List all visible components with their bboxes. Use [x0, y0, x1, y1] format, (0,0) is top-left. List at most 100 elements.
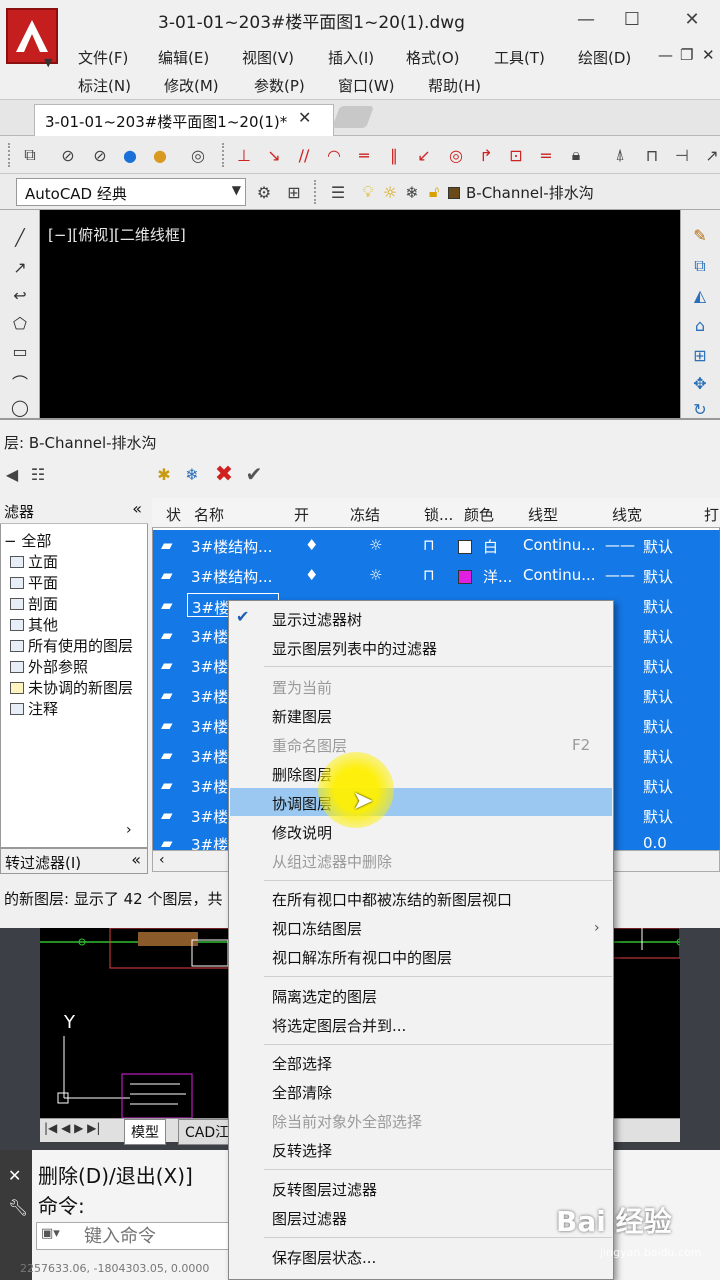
scroll-left-icon[interactable]: ‹: [159, 852, 165, 868]
menu-item-vp-freeze-layer[interactable]: 视口冻结图层: [272, 918, 362, 939]
layer-states-icon[interactable]: ☷: [26, 462, 50, 486]
menu-item-clear-all[interactable]: 全部清除: [272, 1082, 332, 1103]
menu-insert[interactable]: 插入(I): [328, 47, 374, 68]
toolbar-grip[interactable]: [314, 180, 318, 204]
toolbar-grip[interactable]: [222, 143, 226, 167]
menu-item-new-layer-vp-frozen[interactable]: 在所有视口中都被冻结的新图层视口: [272, 889, 512, 910]
menu-dimension[interactable]: 标注(N): [78, 75, 131, 96]
current-layer-label[interactable]: B-Channel-排水沟: [466, 182, 594, 203]
sun-icon[interactable]: ☼: [369, 536, 382, 554]
column-status[interactable]: 状: [166, 504, 181, 525]
column-color[interactable]: 颜色: [464, 504, 494, 525]
dimension-continue-icon[interactable]: ∥: [382, 143, 406, 167]
column-lock[interactable]: 锁...: [424, 504, 453, 525]
menu-item-select-all-but-current[interactable]: 除当前对象外全部选择: [272, 1111, 422, 1132]
layer-properties-icon[interactable]: ☰: [326, 180, 350, 204]
menu-item-layer-filters[interactable]: 图层过滤器: [272, 1208, 347, 1229]
tab-nav-icon[interactable]: |◀ ◀ ▶ ▶|: [44, 1121, 100, 1135]
menu-file[interactable]: 文件(F): [78, 47, 128, 68]
array-icon[interactable]: ⊞: [688, 346, 712, 370]
dim-edit-icon[interactable]: ↗: [700, 143, 720, 167]
layer-lineweight[interactable]: 默认: [643, 566, 673, 587]
menu-item-invert-layer-filter[interactable]: 反转图层过滤器: [272, 1179, 377, 1200]
construction-line-icon[interactable]: ↗: [8, 258, 32, 282]
no-entry-icon[interactable]: ⊘: [88, 143, 112, 167]
menu-item-rename-layer[interactable]: 重命名图层: [272, 735, 347, 756]
collapse-icon[interactable]: «: [131, 850, 141, 869]
filter-item[interactable]: 未协调的新图层: [10, 677, 133, 698]
layer-color-swatch[interactable]: [458, 570, 472, 584]
filter-item[interactable]: 其他: [10, 614, 58, 635]
scroll-right-icon[interactable]: ›: [126, 822, 132, 838]
bulb-icon[interactable]: ♦: [305, 566, 318, 584]
no-entry-icon[interactable]: ⊘: [56, 143, 80, 167]
bulb-icon[interactable]: ♦: [305, 536, 318, 554]
offset-icon[interactable]: ⌂: [688, 316, 712, 340]
menu-item-isolate-layers[interactable]: 隔离选定的图层: [272, 986, 377, 1007]
sun-icon[interactable]: ☼: [378, 180, 402, 204]
column-name[interactable]: 名称: [194, 504, 224, 525]
menu-tools[interactable]: 工具(T): [494, 47, 545, 68]
layer-linetype[interactable]: Continu...: [523, 566, 596, 584]
sphere-blue-icon[interactable]: ●: [118, 143, 142, 167]
layer-color-swatch[interactable]: [458, 540, 472, 554]
menu-item-modify-description[interactable]: 修改说明: [272, 822, 332, 843]
layer-lineweight[interactable]: 默认: [643, 776, 673, 797]
mdi-minimize-button[interactable]: —: [658, 46, 673, 64]
filter-item[interactable]: 所有使用的图层: [10, 635, 133, 656]
unlock-icon[interactable]: ⊓: [423, 536, 435, 554]
column-lineweight[interactable]: 线宽: [612, 504, 642, 525]
leader-icon[interactable]: ↱: [474, 143, 498, 167]
menu-item-invert-selection[interactable]: 反转选择: [272, 1140, 332, 1161]
command-input[interactable]: [84, 1224, 234, 1248]
menu-edit[interactable]: 编辑(E): [158, 47, 209, 68]
command-prompt-icon[interactable]: ▣▾: [41, 1226, 60, 1241]
set-current-icon[interactable]: ✔: [242, 462, 266, 486]
document-tab-close-icon[interactable]: ✕: [298, 108, 311, 127]
dimension-radius-icon[interactable]: ↙: [412, 143, 436, 167]
arc-icon[interactable]: ⌒: [8, 370, 32, 394]
render-icon[interactable]: ◎: [186, 143, 210, 167]
close-button[interactable]: ✕: [672, 6, 712, 34]
minimize-button[interactable]: —: [566, 6, 606, 34]
menu-item-set-current[interactable]: 置为当前: [272, 677, 332, 698]
dim-update-icon[interactable]: ⊓: [640, 143, 664, 167]
dim-override-icon[interactable]: ⊣: [670, 143, 694, 167]
table-row[interactable]: ▰ 3#楼结构... ♦ ☼ ⊓ 白 Continu... —— 默认: [153, 530, 719, 560]
column-freeze[interactable]: 冻结: [350, 504, 380, 525]
tab-model[interactable]: 模型: [124, 1119, 166, 1145]
rectangle-icon[interactable]: ▭: [8, 342, 32, 366]
lock-icon[interactable]: 🔒︎: [564, 143, 588, 167]
menu-item-select-all[interactable]: 全部选择: [272, 1053, 332, 1074]
polygon-icon[interactable]: ⬠: [8, 314, 32, 338]
mdi-close-button[interactable]: ✕: [702, 46, 715, 64]
menu-item-remove-from-group-filter[interactable]: 从组过滤器中删除: [272, 851, 392, 872]
filter-item[interactable]: 立面: [10, 551, 58, 572]
layer-lineweight[interactable]: 默认: [643, 746, 673, 767]
document-tab[interactable]: 3-01-01~203#楼平面图1~20(1)*: [34, 104, 334, 136]
dimension-angular-icon[interactable]: ∕∕: [292, 143, 316, 167]
arrow-icon[interactable]: ◀: [0, 462, 24, 486]
close-icon[interactable]: ✕: [8, 1166, 21, 1185]
layer-lineweight[interactable]: 0.0: [643, 834, 667, 850]
menu-view[interactable]: 视图(V): [242, 47, 294, 68]
toolbar-grip[interactable]: [8, 143, 12, 167]
dimension-arc-icon[interactable]: ◠: [322, 143, 346, 167]
viewport-controls[interactable]: [−][俯视][二维线框]: [48, 224, 186, 245]
menu-item-merge-layers[interactable]: 将选定图层合并到...: [272, 1015, 406, 1036]
table-row[interactable]: ▰ 3#楼结构... ♦ ☼ ⊓ 洋... Continu... —— 默认: [153, 560, 719, 590]
menu-item-show-filter-tree[interactable]: 显示过滤器树: [272, 609, 362, 630]
copy-icon[interactable]: ⧉: [688, 256, 712, 280]
menu-parametric[interactable]: 参数(P): [254, 75, 305, 96]
center-mark-icon[interactable]: =: [534, 143, 558, 167]
menu-item-show-filters-in-list[interactable]: 显示图层列表中的过滤器: [272, 638, 437, 659]
menu-item-vp-thaw-all[interactable]: 视口解冻所有视口中的图层: [272, 947, 452, 968]
new-layer-icon[interactable]: ✱: [152, 462, 176, 486]
filter-item[interactable]: 外部参照: [10, 656, 88, 677]
layer-states-icon[interactable]: ⧉: [18, 143, 42, 167]
layer-linetype[interactable]: Continu...: [523, 536, 596, 554]
workspace-settings-icon[interactable]: ⊞: [282, 180, 306, 204]
menu-draw[interactable]: 绘图(D): [578, 47, 631, 68]
invert-filter-checkbox[interactable]: 转过滤器(I) «: [0, 848, 148, 874]
filter-item[interactable]: 剖面: [10, 593, 58, 614]
